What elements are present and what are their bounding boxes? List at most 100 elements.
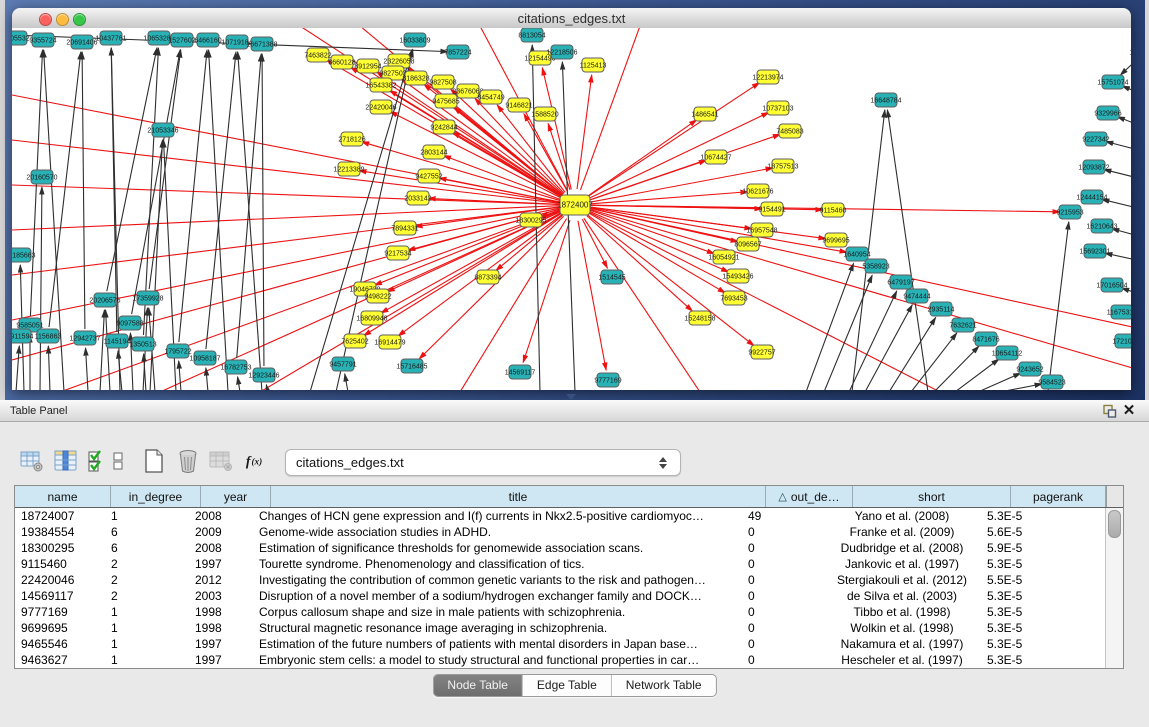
graph-edge[interactable]: [562, 62, 575, 390]
cell-pagerank[interactable]: 5.6E-5: [981, 524, 1070, 540]
cell-pagerank[interactable]: 5.3E-5: [981, 556, 1070, 572]
column-header-title[interactable]: title: [271, 486, 766, 507]
table-row[interactable]: 946362711997Embryonic stem cells: a mode…: [15, 652, 1106, 668]
cell-name[interactable]: 9115460: [15, 556, 105, 572]
cell-year[interactable]: 2008: [189, 540, 253, 556]
graph-edge[interactable]: [865, 305, 912, 390]
graph-edge[interactable]: [978, 373, 1021, 390]
cell-out_de[interactable]: 0: [742, 604, 823, 620]
table-row[interactable]: 1830029562008Estimation of significance …: [15, 540, 1106, 556]
network-window-titlebar[interactable]: citations_edges.txt: [12, 8, 1131, 29]
table-row[interactable]: 946554611997Estimation of the future num…: [15, 636, 1106, 652]
graph-edge[interactable]: [889, 317, 936, 390]
cell-pagerank[interactable]: 5.3E-5: [981, 636, 1070, 652]
cell-pagerank[interactable]: 5.3E-5: [981, 588, 1070, 604]
new-column-icon[interactable]: [142, 448, 166, 474]
graph-edge-selected[interactable]: [590, 160, 706, 200]
close-panel-icon[interactable]: ✕: [1119, 403, 1139, 419]
graph-edge[interactable]: [345, 374, 348, 390]
column-header-pagerank[interactable]: pagerank: [1011, 486, 1106, 507]
cell-out_de[interactable]: 0: [742, 636, 823, 652]
graph-edge-selected[interactable]: [588, 120, 697, 196]
cell-name[interactable]: 18300295: [15, 540, 105, 556]
cell-title[interactable]: Corpus callosum shape and size in male p…: [253, 604, 742, 620]
cell-title[interactable]: Disruption of a novel member of a sodium…: [253, 588, 742, 604]
scrollbar-thumb[interactable]: [1108, 510, 1121, 538]
graph-edge[interactable]: [1117, 117, 1131, 128]
column-header-name[interactable]: name: [15, 486, 111, 507]
graph-edge-selected[interactable]: [590, 209, 1131, 372]
cell-out_de[interactable]: 49: [742, 508, 823, 524]
graph-edge[interactable]: [1048, 222, 1069, 390]
column-header-year[interactable]: year: [201, 486, 271, 507]
graph-edge[interactable]: [16, 346, 19, 390]
cell-in_degree[interactable]: 1: [105, 636, 189, 652]
cell-short[interactable]: Yano et al. (2008): [823, 508, 981, 524]
cell-pagerank[interactable]: 5.9E-5: [981, 540, 1070, 556]
graph-edge[interactable]: [262, 54, 264, 366]
cell-name[interactable]: 14569117: [15, 588, 105, 604]
cell-pagerank[interactable]: 5.5E-5: [981, 572, 1070, 588]
graph-edge-selected[interactable]: [589, 212, 940, 390]
cell-year[interactable]: 1997: [189, 556, 253, 572]
graph-edge[interactable]: [149, 50, 181, 289]
graph-edge[interactable]: [179, 361, 181, 390]
cell-in_degree[interactable]: 1: [105, 652, 189, 668]
graph-edge[interactable]: [238, 52, 262, 390]
table-row[interactable]: 969969511998Structural magnetic resonanc…: [15, 620, 1106, 636]
cell-pagerank[interactable]: 5.3E-5: [981, 652, 1070, 668]
graph-edge[interactable]: [106, 310, 110, 390]
graph-edge-selected[interactable]: [160, 212, 560, 390]
cell-name[interactable]: 18724007: [15, 508, 105, 524]
select-all-icon[interactable]: [85, 448, 109, 474]
cell-short[interactable]: Wolkin et al. (1998): [823, 620, 981, 636]
cell-year[interactable]: 1998: [189, 620, 253, 636]
table-row[interactable]: 911546021997Tourette syndrome. Phenomeno…: [15, 556, 1106, 572]
graph-edge[interactable]: [40, 187, 42, 390]
cell-out_de[interactable]: 0: [742, 572, 823, 588]
cell-title[interactable]: Investigating the contribution of common…: [253, 572, 742, 588]
column-header-short[interactable]: short: [853, 486, 1011, 507]
cell-out_de[interactable]: 0: [742, 524, 823, 540]
float-panel-icon[interactable]: [1099, 403, 1119, 419]
graph-edge-selected[interactable]: [578, 221, 606, 370]
cell-in_degree[interactable]: 1: [105, 508, 189, 524]
cell-title[interactable]: Tourette syndrome. Phenomenology and cla…: [253, 556, 742, 572]
cell-short[interactable]: de Silva et al. (2003): [823, 588, 981, 604]
graph-edge[interactable]: [179, 50, 207, 342]
graph-edge[interactable]: [1120, 58, 1131, 75]
table-row[interactable]: 2242004622012Investigating the contribut…: [15, 572, 1106, 588]
table-row[interactable]: 1938455462009Genome-wide association stu…: [15, 524, 1106, 540]
cell-year[interactable]: 2008: [189, 508, 253, 524]
graph-edge[interactable]: [934, 346, 979, 390]
graph-edge[interactable]: [86, 348, 88, 390]
change-table-mode-icon[interactable]: [20, 448, 44, 474]
cell-out_de[interactable]: 0: [742, 620, 823, 636]
cell-out_de[interactable]: 0: [742, 540, 823, 556]
cell-in_degree[interactable]: 1: [105, 604, 189, 620]
cell-year[interactable]: 2003: [189, 588, 253, 604]
tab-node-table[interactable]: Node Table: [433, 675, 522, 696]
graph-edge-selected[interactable]: [587, 216, 693, 312]
cell-name[interactable]: 9699695: [15, 620, 105, 636]
tab-network-table[interactable]: Network Table: [611, 675, 716, 696]
graph-edge[interactable]: [82, 52, 85, 329]
cell-name[interactable]: 19384554: [15, 524, 105, 540]
table-row[interactable]: 1456911722003Disruption of a novel membe…: [15, 588, 1106, 604]
graph-edge[interactable]: [237, 54, 261, 358]
unselect-all-icon[interactable]: [109, 448, 127, 474]
cell-year[interactable]: 1997: [189, 636, 253, 652]
delete-columns-icon[interactable]: [176, 448, 200, 474]
graph-edge-selected[interactable]: [12, 185, 559, 204]
column-header-in_degree[interactable]: in_degree: [111, 486, 201, 507]
cell-short[interactable]: Stergiakouli et al. (2012): [823, 572, 981, 588]
cell-title[interactable]: Estimation of the future numbers of pati…: [253, 636, 742, 652]
cell-in_degree[interactable]: 6: [105, 540, 189, 556]
graph-edge[interactable]: [887, 110, 928, 390]
table-vertical-scrollbar[interactable]: [1105, 508, 1123, 668]
graph-edge-selected[interactable]: [582, 219, 607, 268]
cell-in_degree[interactable]: 2: [105, 572, 189, 588]
cell-out_de[interactable]: 0: [742, 556, 823, 572]
cell-short[interactable]: Jankovic et al. (1997): [823, 556, 981, 572]
cell-in_degree[interactable]: 6: [105, 524, 189, 540]
